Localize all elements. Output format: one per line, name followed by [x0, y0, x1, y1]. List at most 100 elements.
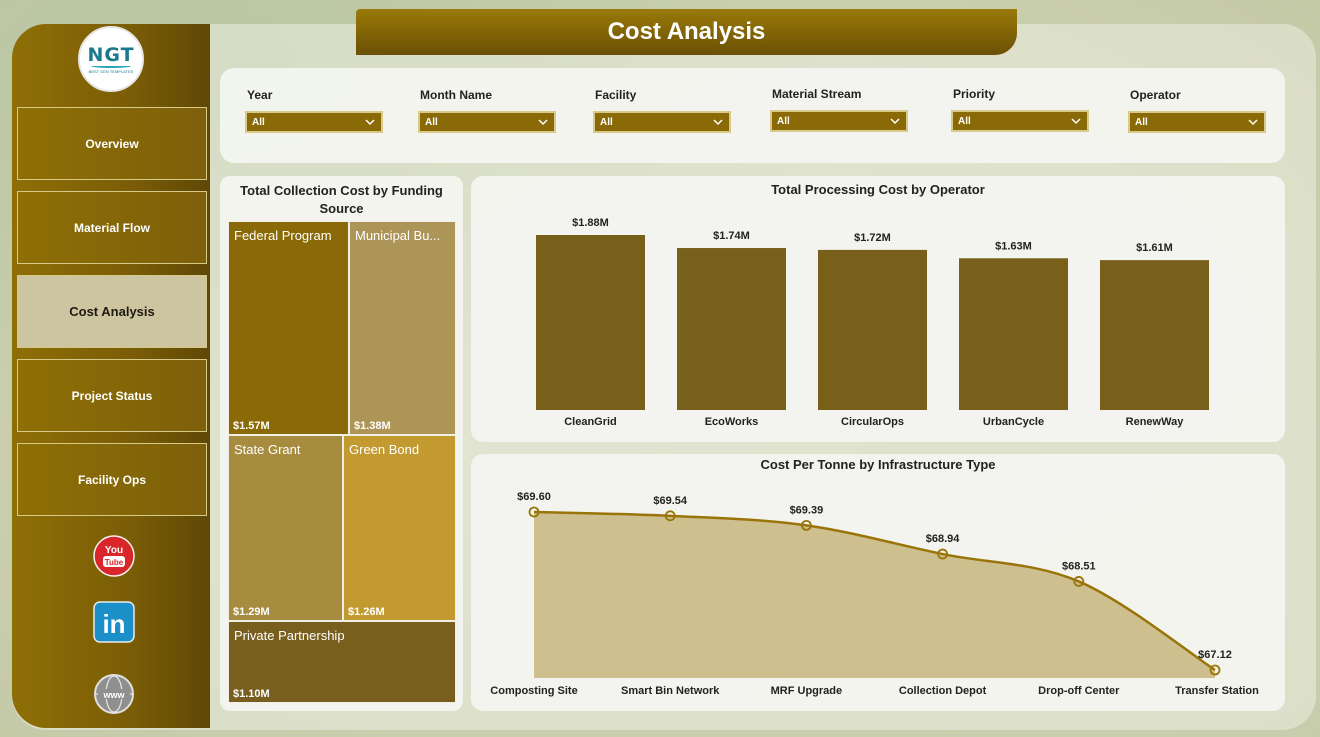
chevron-down-icon	[890, 118, 900, 125]
x-category-label: Collection Depot	[899, 685, 987, 697]
treemap-cell-value: $1.38M	[354, 420, 391, 432]
bar-category-label: RenewWay	[1126, 416, 1185, 428]
dropdown-value: All	[1135, 116, 1148, 128]
cost-per-tonne-area-chart: $69.60 Composting Site $69.54 Smart Bin Net…	[490, 491, 1259, 697]
area-fill	[534, 512, 1215, 678]
month-name-dropdown[interactable]: All	[418, 111, 556, 133]
chevron-down-icon	[713, 119, 723, 126]
treemap-cell-green-bond[interactable]: Green Bond $1.26M	[343, 435, 456, 621]
material-stream-dropdown[interactable]: All	[770, 110, 908, 132]
logo-text: NGT	[87, 44, 135, 66]
filter-label: Year	[247, 88, 273, 102]
filter-operator: Operator All	[1128, 88, 1266, 133]
treemap-cell-value: $1.10M	[233, 688, 270, 700]
bar-data-label: $1.74M	[713, 230, 750, 242]
nav-label: Overview	[85, 136, 139, 151]
bar-data-label: $1.88M	[572, 217, 609, 229]
treemap-cell-value: $1.29M	[233, 606, 270, 618]
youtube-icon[interactable]: You Tube	[93, 535, 135, 577]
dropdown-value: All	[600, 116, 613, 128]
bar-chart-card: Total Processing Cost by Operator $1.88M…	[471, 176, 1285, 442]
year-dropdown[interactable]: All	[245, 111, 383, 133]
dropdown-value: All	[777, 115, 790, 127]
svg-text:in: in	[102, 609, 125, 639]
chevron-down-icon	[1248, 119, 1258, 126]
filter-material-stream: Material Stream All	[770, 87, 908, 132]
priority-dropdown[interactable]: All	[951, 110, 1089, 132]
bar-data-label: $1.61M	[1136, 242, 1173, 254]
dropdown-value: All	[958, 115, 971, 127]
filter-priority: Priority All	[951, 87, 1089, 132]
bar-category-label: EcoWorks	[705, 416, 759, 428]
point-data-label: $69.39	[790, 504, 824, 516]
nav-label: Project Status	[71, 388, 153, 403]
filter-bar: Year All Month Name All Facility All Mat…	[220, 68, 1285, 163]
filter-month-name: Month Name All	[418, 88, 556, 133]
x-category-label: Transfer Station	[1175, 685, 1259, 697]
facility-dropdown[interactable]: All	[593, 111, 731, 133]
operator-dropdown[interactable]: All	[1128, 111, 1266, 133]
treemap-cell-value: $1.57M	[233, 420, 270, 432]
nav-label: Facility Ops	[77, 472, 147, 487]
treemap-cell-name: Municipal Bu...	[355, 228, 441, 243]
treemap-cell-municipal-budget[interactable]: Municipal Bu... $1.38M	[349, 221, 456, 435]
www-icon[interactable]: www	[93, 673, 135, 715]
treemap-cell-private-partnership[interactable]: Private Partnership $1.10M	[228, 621, 456, 703]
logo-subtext: BEST GEN TEMPLATES	[88, 69, 134, 74]
bar-category-label: UrbanCycle	[983, 416, 1044, 428]
nav-overview[interactable]: Overview	[17, 107, 207, 180]
filter-year: Year All	[245, 88, 383, 133]
x-category-label: Composting Site	[490, 685, 577, 697]
svg-text:Tube: Tube	[105, 558, 124, 567]
linkedin-icon[interactable]: in	[93, 601, 135, 643]
page-title: Cost Analysis	[356, 9, 1017, 55]
treemap-cell-federal-program[interactable]: Federal Program $1.57M	[228, 221, 349, 435]
point-data-label: $69.60	[517, 491, 551, 503]
nav-material-flow[interactable]: Material Flow	[17, 191, 207, 264]
x-category-label: Drop-off Center	[1038, 685, 1120, 697]
area-chart-card: Cost Per Tonne by Infrastructure Type $6…	[471, 454, 1285, 711]
treemap-cell-name: Green Bond	[349, 442, 420, 457]
point-data-label: $67.12	[1198, 649, 1232, 661]
dropdown-value: All	[425, 116, 438, 128]
svg-text:You: You	[105, 545, 123, 556]
chevron-down-icon	[365, 119, 375, 126]
chevron-down-icon	[538, 119, 548, 126]
nav-label: Cost Analysis	[69, 304, 155, 319]
filter-label: Operator	[1130, 88, 1181, 102]
treemap-cell-name: State Grant	[234, 442, 301, 457]
ngt-logo: NGT BEST GEN TEMPLATES	[78, 26, 144, 92]
x-category-label: MRF Upgrade	[771, 685, 843, 697]
nav-label: Material Flow	[73, 220, 150, 235]
chevron-down-icon	[1071, 118, 1081, 125]
filter-label: Priority	[953, 87, 996, 101]
nav-project-status[interactable]: Project Status	[17, 359, 207, 432]
bar-cleangrid[interactable]	[536, 235, 645, 410]
bar-category-label: CircularOps	[841, 416, 904, 428]
bar-category-label: CleanGrid	[564, 416, 617, 428]
bar-data-label: $1.63M	[995, 240, 1032, 252]
point-data-label: $68.94	[926, 533, 961, 545]
filter-label: Month Name	[420, 88, 492, 102]
bar-urbancycle[interactable]	[959, 258, 1068, 410]
logo-wave-icon	[91, 64, 131, 68]
dropdown-value: All	[252, 116, 265, 128]
bar-ecoworks[interactable]	[677, 248, 786, 410]
treemap-card: Total Collection Cost by Funding Source …	[220, 176, 463, 711]
nav-cost-analysis[interactable]: Cost Analysis	[17, 275, 207, 348]
filter-facility: Facility All	[593, 88, 731, 133]
filter-label: Material Stream	[772, 87, 862, 101]
treemap-cell-state-grant[interactable]: State Grant $1.29M	[228, 435, 343, 621]
x-category-label: Smart Bin Network	[621, 685, 720, 697]
treemap-cell-name: Federal Program	[234, 228, 332, 243]
treemap-cell-value: $1.26M	[348, 606, 385, 618]
bar-circularops[interactable]	[818, 249, 927, 410]
nav-facility-ops[interactable]: Facility Ops	[17, 443, 207, 516]
treemap-title: Total Collection Cost by Funding Source	[240, 183, 443, 216]
svg-text:www: www	[102, 690, 125, 700]
bar-renewway[interactable]	[1100, 260, 1209, 410]
point-data-label: $69.54	[653, 495, 688, 507]
processing-cost-bar-chart: $1.88M CleanGrid $1.74M EcoWorks $1.72M Circu…	[536, 217, 1209, 428]
bar-data-label: $1.72M	[854, 232, 891, 244]
point-data-label: $68.51	[1062, 560, 1096, 572]
